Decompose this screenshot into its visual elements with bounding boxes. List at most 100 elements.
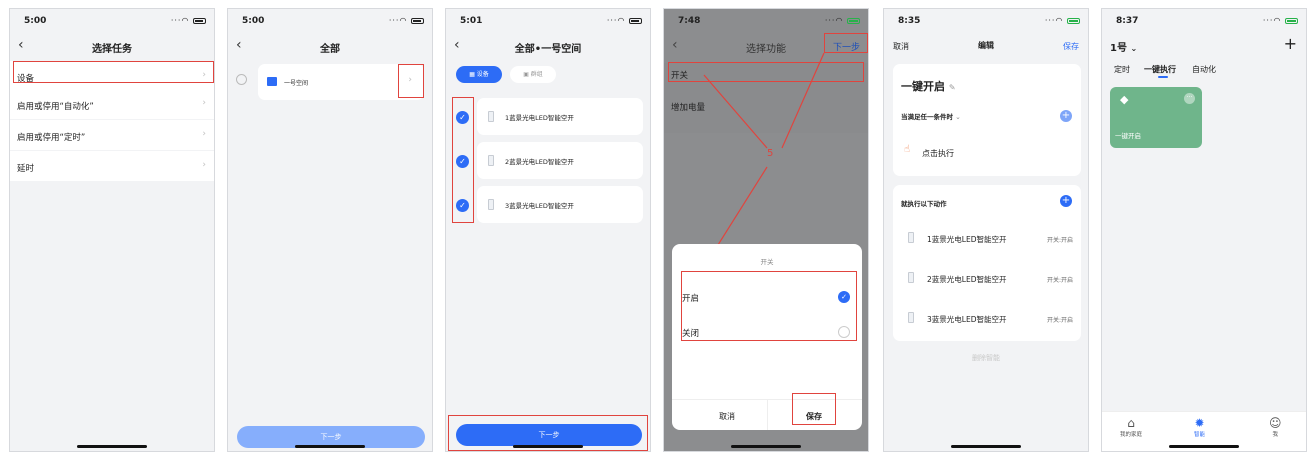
action-state: 开关:开启 bbox=[1046, 317, 1073, 324]
home-indicator bbox=[77, 445, 147, 448]
scene-name[interactable]: 一键开启 ✎ bbox=[901, 78, 956, 94]
signal-wifi-battery-icon: ···◠ bbox=[1045, 16, 1080, 25]
task-row-delay[interactable]: 延时 › bbox=[10, 151, 214, 181]
smart-icon: ✹ bbox=[1194, 416, 1205, 430]
divider bbox=[767, 399, 768, 430]
device-icon bbox=[488, 155, 494, 166]
tab-my-home[interactable]: ⌂ 我的家庭 bbox=[1120, 416, 1142, 438]
home-indicator bbox=[513, 445, 583, 448]
chevron-right-icon: › bbox=[202, 160, 206, 170]
condition-item[interactable]: 点击执行 bbox=[922, 148, 954, 159]
condition-header[interactable]: 当满足任一条件时 ⌄ bbox=[901, 111, 961, 121]
device-icon bbox=[908, 272, 914, 283]
device-row[interactable]: 1蓝景光电LED智能空开 bbox=[477, 98, 643, 135]
device-row[interactable]: 3蓝景光电LED智能空开 bbox=[477, 186, 643, 223]
plus-icon[interactable]: + bbox=[1060, 195, 1072, 207]
save-link[interactable]: 保存 bbox=[1063, 41, 1079, 52]
tab-smart[interactable]: ✹ 智能 bbox=[1194, 416, 1205, 438]
action-state: 开关:开启 bbox=[1046, 237, 1073, 244]
delete-button[interactable]: 删除智能 bbox=[884, 353, 1088, 363]
status-time: 5:00 bbox=[24, 16, 47, 26]
space-radio[interactable] bbox=[236, 74, 247, 85]
row-label: 启用或停用“自动化” bbox=[17, 102, 94, 112]
page-title: 选择任务 bbox=[92, 44, 132, 55]
tab-devices[interactable]: ▦ 设备 bbox=[456, 66, 502, 83]
page-title: 编辑 bbox=[978, 41, 994, 50]
status-time: 5:01 bbox=[460, 16, 483, 26]
tab-label: 设备 bbox=[476, 71, 489, 78]
action-device[interactable]: 3蓝景光电LED智能空开 bbox=[927, 314, 1006, 325]
row-label: 启用或停用“定时” bbox=[17, 133, 86, 143]
status-bar: 5:00 ···◠ bbox=[10, 9, 214, 31]
device-name: 3蓝景光电LED智能空开 bbox=[505, 202, 574, 210]
home-indicator bbox=[1169, 445, 1239, 448]
nav-bar: ‹ 全部•一号空间 bbox=[446, 36, 650, 58]
chevron-down-icon: ⌄ bbox=[955, 113, 961, 121]
edit-icon[interactable]: ✎ bbox=[949, 83, 956, 92]
screen-select-function: 7:48 ···◠ ‹ 选择功能 下一步 开关 增加电量 5 开关 开启 ✓ 关… bbox=[663, 8, 869, 452]
home-icon: ⌂ bbox=[1127, 416, 1135, 430]
device-icon bbox=[908, 312, 914, 323]
space-name: 一号空间 bbox=[284, 80, 309, 87]
device-icon bbox=[908, 232, 914, 243]
home-name: 1号 bbox=[1110, 43, 1127, 54]
plus-icon[interactable]: + bbox=[1284, 34, 1297, 53]
highlight-box bbox=[792, 393, 836, 425]
highlight-box bbox=[13, 61, 214, 83]
sheet-title: 开关 bbox=[760, 258, 774, 266]
action-device[interactable]: 1蓝景光电LED智能空开 bbox=[927, 234, 1006, 245]
device-name: 2蓝景光电LED智能空开 bbox=[505, 158, 574, 166]
signal-wifi-battery-icon: ···◠ bbox=[171, 16, 206, 25]
tab-label: 智能 bbox=[1194, 432, 1206, 438]
more-icon[interactable]: ··· bbox=[1184, 93, 1195, 104]
device-row[interactable]: 2蓝景光电LED智能空开 bbox=[477, 142, 643, 179]
status-time: 8:35 bbox=[898, 16, 921, 26]
action-device[interactable]: 2蓝景光电LED智能空开 bbox=[927, 274, 1006, 285]
row-label: 延时 bbox=[17, 164, 35, 174]
tab-label: 我的家庭 bbox=[1120, 432, 1143, 438]
tab-timer[interactable]: 定时 bbox=[1114, 64, 1130, 75]
status-bar: 5:01 ···◠ bbox=[446, 9, 650, 31]
page-title: 全部 bbox=[320, 44, 340, 55]
touch-icon: ☝ bbox=[904, 144, 911, 155]
scene-tile-name: 一键开启 bbox=[1115, 132, 1141, 140]
tab-automation[interactable]: 自动化 bbox=[1192, 64, 1216, 75]
highlight-box bbox=[452, 97, 474, 223]
highlight-box bbox=[398, 64, 424, 98]
plus-icon[interactable]: + bbox=[1060, 110, 1072, 122]
scene-name-text: 一键开启 bbox=[901, 80, 945, 93]
task-row-automation[interactable]: 启用或停用“自动化” › bbox=[10, 89, 214, 119]
building-icon bbox=[267, 77, 277, 86]
home-indicator bbox=[731, 445, 801, 448]
scene-tile[interactable]: ◆ ··· 一键开启 bbox=[1110, 87, 1202, 148]
cancel-button[interactable]: 取消 bbox=[719, 411, 735, 422]
annotation-label: 5 bbox=[767, 148, 774, 159]
chevron-right-icon: › bbox=[202, 129, 206, 139]
device-name: 1蓝景光电LED智能空开 bbox=[505, 114, 574, 122]
tag-icon: ◆ bbox=[1120, 93, 1129, 106]
highlight-box bbox=[681, 271, 857, 341]
status-bar: 8:37 ···◠ bbox=[1102, 9, 1306, 31]
action-state: 开关:开启 bbox=[1046, 277, 1073, 284]
tab-one-click[interactable]: 一键执行 bbox=[1144, 64, 1176, 75]
screen-select-task: 5:00 ···◠ ‹ 选择任务 设备 › 启用或停用“自动化” › 启用或停用… bbox=[9, 8, 215, 452]
status-time: 8:37 bbox=[1116, 16, 1139, 26]
condition-header-text: 当满足任一条件时 bbox=[901, 113, 953, 121]
status-bar: 8:35 ···◠ bbox=[884, 9, 1088, 31]
action-card: 就执行以下动作 + 1蓝景光电LED智能空开 开关:开启 2蓝景光电LED智能空… bbox=[893, 185, 1081, 341]
tab-indicator bbox=[1158, 76, 1168, 78]
chevron-right-icon: › bbox=[202, 98, 206, 108]
tab-label: 我 bbox=[1272, 432, 1279, 438]
screenshot-strip: 5:00 ···◠ ‹ 选择任务 设备 › 启用或停用“自动化” › 启用或停用… bbox=[0, 0, 1309, 452]
nav-bar: ‹ 选择任务 bbox=[10, 36, 214, 58]
home-selector[interactable]: 1号 ⌄ bbox=[1110, 39, 1137, 54]
status-time: 5:00 bbox=[242, 16, 265, 26]
tab-me[interactable]: ☺ 我 bbox=[1269, 416, 1282, 438]
profile-icon: ☺ bbox=[1269, 416, 1282, 430]
home-indicator bbox=[951, 445, 1021, 448]
tab-groups[interactable]: ▣ 群组 bbox=[510, 66, 556, 83]
nav-bar: 取消 编辑 保存 bbox=[884, 36, 1088, 58]
chevron-down-icon: ⌄ bbox=[1130, 44, 1138, 53]
task-row-timer[interactable]: 启用或停用“定时” › bbox=[10, 120, 214, 150]
status-bar: 5:00 ···◠ bbox=[228, 9, 432, 31]
